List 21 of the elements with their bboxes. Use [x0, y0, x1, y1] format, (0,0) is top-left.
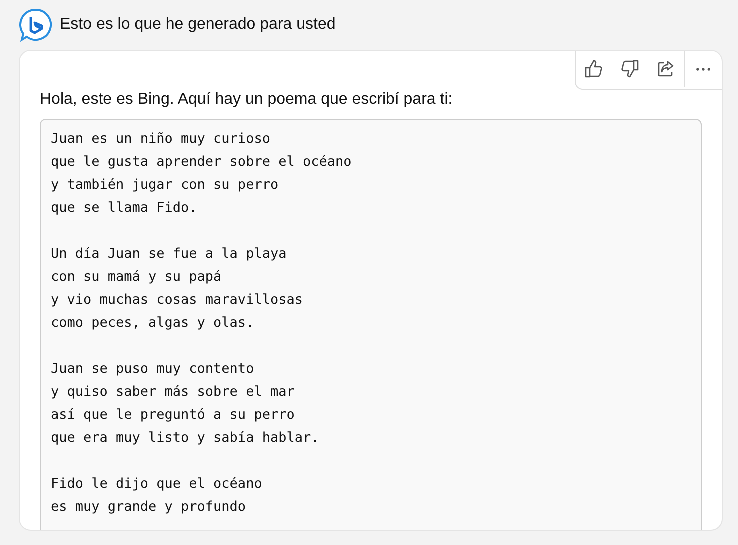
- header-title: Esto es lo que he generado para usted: [60, 16, 336, 34]
- poem-line: Fido le dijo que el océano: [51, 475, 264, 494]
- poem-line: y quiso saber más sobre el mar: [51, 383, 296, 402]
- poem-line: que le gusta aprender sobre el océano: [51, 153, 353, 172]
- poem-line: Juan es un niño muy curioso: [51, 130, 272, 149]
- poem-line: Un día Juan se fue a la playa: [51, 245, 288, 264]
- thumbs-up-icon: [584, 59, 604, 79]
- poem-line: que era muy listo y sabía hablar.: [51, 429, 320, 448]
- poem-line: es muy grande y profundo: [51, 498, 248, 517]
- share-icon: [656, 59, 676, 79]
- poem-line: Juan se puso muy contento: [51, 360, 256, 379]
- poem-line: y vio muchas cosas maravillosas: [51, 291, 304, 310]
- more-icon: [696, 68, 711, 70]
- poem-line: y también jugar con su perro: [51, 176, 280, 195]
- thumbs-down-icon: [620, 59, 640, 79]
- poem-line: como peces, algas y olas.: [51, 314, 256, 333]
- poem-line: con su mamá y su papá: [51, 268, 223, 287]
- chat-logo-icon: [19, 8, 53, 42]
- poem-line: así que le preguntó a su perro: [51, 406, 296, 425]
- greeting-text: Hola, este es Bing. Aquí hay un poema que escribí para ti:: [40, 91, 454, 109]
- poem-line: que se llama Fido.: [51, 199, 198, 218]
